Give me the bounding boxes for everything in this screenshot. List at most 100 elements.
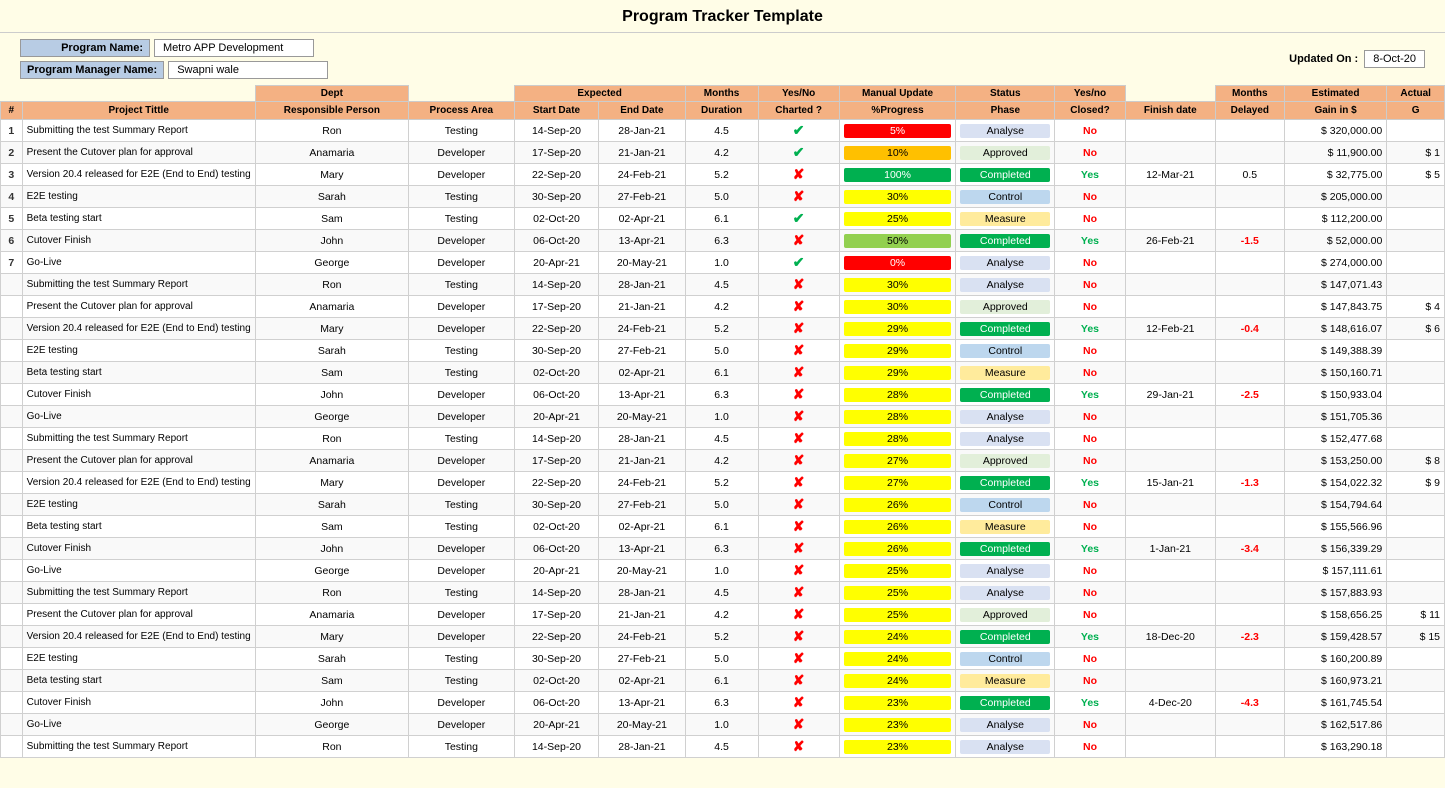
- closed: No: [1055, 208, 1126, 230]
- group-months: Months: [685, 86, 758, 102]
- gain: $ 161,745.54: [1284, 692, 1386, 714]
- actual: [1387, 670, 1445, 692]
- closed: Yes: [1055, 164, 1126, 186]
- actual: $ 8: [1387, 450, 1445, 472]
- person: Sam: [255, 208, 408, 230]
- finish-date: [1125, 362, 1215, 384]
- delayed: [1215, 252, 1284, 274]
- delayed: -1.3: [1215, 472, 1284, 494]
- page-title: Program Tracker Template: [0, 0, 1445, 33]
- gain: $ 152,477.68: [1284, 428, 1386, 450]
- person: John: [255, 384, 408, 406]
- progress: 29%: [839, 318, 956, 340]
- project-title: Go-Live: [22, 714, 255, 736]
- person: Anamaria: [255, 604, 408, 626]
- finish-date: [1125, 120, 1215, 142]
- closed: No: [1055, 494, 1126, 516]
- person: Mary: [255, 318, 408, 340]
- start-date: 17-Sep-20: [514, 296, 599, 318]
- header-title: Project Tittle: [22, 102, 255, 120]
- gain: $ 155,566.96: [1284, 516, 1386, 538]
- area: Developer: [408, 252, 514, 274]
- progress: 25%: [839, 582, 956, 604]
- row-num: [1, 670, 23, 692]
- area: Developer: [408, 450, 514, 472]
- gain: $ 162,517.86: [1284, 714, 1386, 736]
- table-row: Present the Cutover plan for approvalAna…: [1, 296, 1445, 318]
- end-date: 27-Feb-21: [599, 648, 685, 670]
- charted: ✘: [758, 692, 839, 714]
- area: Developer: [408, 142, 514, 164]
- row-num: [1, 626, 23, 648]
- delayed: [1215, 648, 1284, 670]
- project-title: Go-Live: [22, 252, 255, 274]
- finish-date: [1125, 428, 1215, 450]
- row-num: [1, 582, 23, 604]
- table-row: Version 20.4 released for E2E (End to En…: [1, 318, 1445, 340]
- start-date: 22-Sep-20: [514, 626, 599, 648]
- row-num: [1, 692, 23, 714]
- program-manager-value: Swapni wale: [168, 61, 328, 79]
- actual: [1387, 516, 1445, 538]
- delayed: [1215, 362, 1284, 384]
- area: Testing: [408, 648, 514, 670]
- gain: $ 157,883.93: [1284, 582, 1386, 604]
- end-date: 13-Apr-21: [599, 230, 685, 252]
- duration: 4.2: [685, 604, 758, 626]
- charted: ✘: [758, 428, 839, 450]
- duration: 4.5: [685, 428, 758, 450]
- end-date: 02-Apr-21: [599, 208, 685, 230]
- duration: 1.0: [685, 406, 758, 428]
- table-row: Present the Cutover plan for approvalAna…: [1, 450, 1445, 472]
- row-num: [1, 560, 23, 582]
- closed: No: [1055, 582, 1126, 604]
- progress: 27%: [839, 472, 956, 494]
- closed: No: [1055, 450, 1126, 472]
- delayed: [1215, 560, 1284, 582]
- header-gain: Gain in $: [1284, 102, 1386, 120]
- actual: $ 15: [1387, 626, 1445, 648]
- end-date: 24-Feb-21: [599, 472, 685, 494]
- end-date: 21-Jan-21: [599, 142, 685, 164]
- phase: Completed: [956, 164, 1055, 186]
- col-group-row: Dept Expected Months Yes/No Manual Updat…: [1, 86, 1445, 102]
- delayed: [1215, 516, 1284, 538]
- start-date: 20-Apr-21: [514, 714, 599, 736]
- group-actual: Actual: [1387, 86, 1445, 102]
- delayed: [1215, 142, 1284, 164]
- progress: 50%: [839, 230, 956, 252]
- start-date: 17-Sep-20: [514, 604, 599, 626]
- gain: $ 147,071.43: [1284, 274, 1386, 296]
- gain: $ 160,200.89: [1284, 648, 1386, 670]
- phase: Analyse: [956, 736, 1055, 758]
- delayed: [1215, 582, 1284, 604]
- start-date: 22-Sep-20: [514, 164, 599, 186]
- row-num: [1, 516, 23, 538]
- charted: ✘: [758, 560, 839, 582]
- start-date: 20-Apr-21: [514, 560, 599, 582]
- phase: Approved: [956, 604, 1055, 626]
- table-row: Cutover FinishJohnDeveloper06-Oct-2013-A…: [1, 538, 1445, 560]
- duration: 5.0: [685, 494, 758, 516]
- project-title: Submitting the test Summary Report: [22, 274, 255, 296]
- progress: 29%: [839, 340, 956, 362]
- finish-date: [1125, 406, 1215, 428]
- delayed: -0.4: [1215, 318, 1284, 340]
- charted: ✘: [758, 494, 839, 516]
- phase: Measure: [956, 670, 1055, 692]
- table-row: E2E testingSarahTesting30-Sep-2027-Feb-2…: [1, 648, 1445, 670]
- phase: Completed: [956, 692, 1055, 714]
- duration: 1.0: [685, 714, 758, 736]
- actual: [1387, 428, 1445, 450]
- progress: 28%: [839, 428, 956, 450]
- title-text: Program Tracker Template: [622, 8, 823, 25]
- duration: 4.5: [685, 274, 758, 296]
- actual: [1387, 692, 1445, 714]
- area: Testing: [408, 582, 514, 604]
- person: Ron: [255, 428, 408, 450]
- duration: 4.2: [685, 142, 758, 164]
- charted: ✘: [758, 230, 839, 252]
- charted: ✔: [758, 252, 839, 274]
- area: Developer: [408, 626, 514, 648]
- progress: 25%: [839, 560, 956, 582]
